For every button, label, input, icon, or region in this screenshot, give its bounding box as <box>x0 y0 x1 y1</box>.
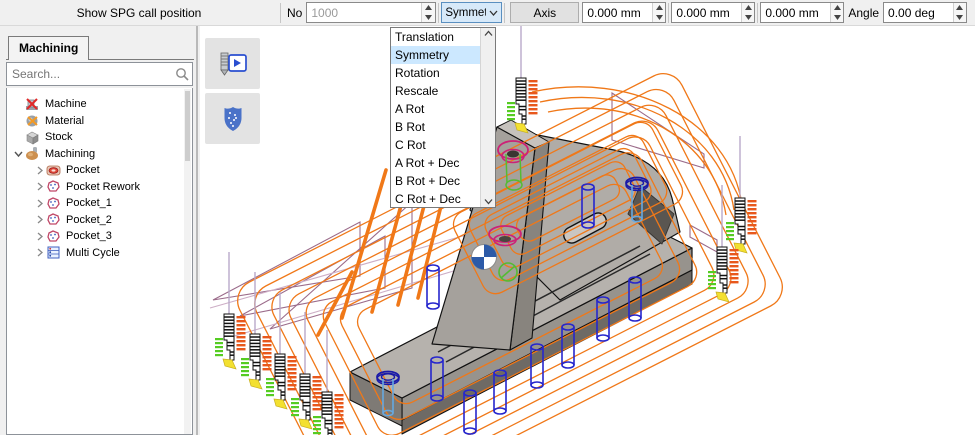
spin-up-button[interactable] <box>742 3 754 13</box>
scroll-down-icon[interactable] <box>484 198 493 205</box>
tree-item-pocket-rework[interactable]: Pocket Rework <box>7 179 192 196</box>
stock-icon <box>25 130 42 145</box>
offset-z-input[interactable] <box>761 3 830 22</box>
machine-icon <box>25 97 42 112</box>
combobox-value: Symmetry <box>442 7 486 19</box>
offset-y-input[interactable] <box>672 3 741 22</box>
tree-scrollbar-thumb[interactable] <box>185 91 190 161</box>
angle-label: Angle <box>844 6 883 20</box>
machining-sidebar: Machining Machine Material <box>0 26 200 435</box>
spin-up-button[interactable] <box>831 3 843 13</box>
operations-tree: Machine Material Stock <box>6 88 193 435</box>
dropdown-item-symmetry[interactable]: Symmetry <box>391 46 480 64</box>
holder-button[interactable] <box>205 93 260 144</box>
dropdown-item-b-rot[interactable]: B Rot <box>391 118 480 136</box>
offset-y-spinner <box>671 2 755 23</box>
offset-z-spinner <box>760 2 844 23</box>
machining-icon <box>25 146 42 161</box>
tree-item-pocket[interactable]: Pocket <box>7 162 192 179</box>
pocket-outline-icon <box>46 196 63 211</box>
tree-item-pocket-2[interactable]: Pocket_2 <box>7 212 192 229</box>
spg-toolbar: Show SPG call position No Symmetry Axis <box>0 0 975 26</box>
transform-type-combobox[interactable]: Symmetry <box>441 2 502 23</box>
chevron-collapsed-icon[interactable] <box>33 215 46 224</box>
tree-scrollbar[interactable] <box>184 89 191 434</box>
pocket-outline-icon <box>46 212 63 227</box>
spin-up-button[interactable] <box>653 3 665 13</box>
panel-splitter[interactable] <box>196 26 198 435</box>
toolbar-separator <box>668 3 669 23</box>
angle-input[interactable] <box>884 3 953 22</box>
spin-down-button[interactable] <box>831 13 843 23</box>
chevron-collapsed-icon[interactable] <box>33 232 46 241</box>
no-label: No <box>283 6 306 20</box>
axis-button[interactable]: Axis <box>510 2 579 23</box>
holder-shield-icon <box>220 105 246 133</box>
search-icon <box>172 67 192 81</box>
pocket-outline-icon <box>46 179 63 194</box>
tree-item-machine[interactable]: Machine <box>7 96 192 113</box>
spin-down-button[interactable] <box>954 13 966 23</box>
tree-item-stock[interactable]: Stock <box>7 129 192 146</box>
spin-down-button[interactable] <box>742 13 754 23</box>
simulate-toolpath-button[interactable] <box>205 38 260 89</box>
spg-call-position-marker <box>472 245 497 270</box>
chevron-collapsed-icon[interactable] <box>33 166 46 175</box>
dropdown-item-rotation[interactable]: Rotation <box>391 64 480 82</box>
viewport-area: Translation Symmetry Rotation Rescale A … <box>200 26 975 435</box>
angle-spinner <box>883 2 967 23</box>
dropdown-item-b-rot-dec[interactable]: B Rot + Dec <box>391 172 480 190</box>
toolbar-separator <box>438 3 439 23</box>
search-input[interactable] <box>7 67 172 81</box>
toolbar-separator <box>280 3 281 23</box>
sidebar-tab-bar: Machining <box>6 36 194 60</box>
multi-cycle-icon <box>46 245 63 260</box>
tree-item-pocket-3[interactable]: Pocket_3 <box>7 228 192 245</box>
cam-application-window: Show SPG call position No Symmetry Axis <box>0 0 975 435</box>
chevron-expanded-icon[interactable] <box>12 149 25 158</box>
pocket-outline-icon <box>46 229 63 244</box>
scroll-up-icon[interactable] <box>484 30 493 37</box>
toolbar-separator <box>504 3 505 23</box>
dropdown-item-c-rot[interactable]: C Rot <box>391 136 480 154</box>
tree-item-pocket-1[interactable]: Pocket_1 <box>7 195 192 212</box>
show-spg-call-position-toggle[interactable]: Show SPG call position <box>0 6 278 20</box>
spin-up-button[interactable] <box>954 3 966 13</box>
dropdown-scrollbar[interactable] <box>480 28 495 207</box>
tree-item-material[interactable]: Material <box>7 113 192 130</box>
tree-item-machining[interactable]: Machining <box>7 146 192 163</box>
pocket-icon <box>46 163 63 178</box>
call-number-input[interactable] <box>307 3 421 22</box>
dropdown-item-translation[interactable]: Translation <box>391 28 480 46</box>
dropdown-item-rescale[interactable]: Rescale <box>391 82 480 100</box>
offset-x-input[interactable] <box>583 3 652 22</box>
offset-x-spinner <box>582 2 666 23</box>
call-number-spin-buttons <box>421 3 435 22</box>
toolbar-separator <box>757 3 758 23</box>
tab-machining[interactable]: Machining <box>8 36 89 60</box>
chevron-collapsed-icon[interactable] <box>33 248 46 257</box>
dropdown-item-a-rot[interactable]: A Rot <box>391 100 480 118</box>
chevron-collapsed-icon[interactable] <box>33 199 46 208</box>
dropdown-item-a-rot-dec[interactable]: A Rot + Dec <box>391 154 480 172</box>
simulate-toolpath-icon <box>217 50 249 78</box>
material-icon <box>25 113 42 128</box>
viewport-3d[interactable] <box>200 26 975 435</box>
call-number-spinner <box>306 2 436 23</box>
tree-item-multi-cycle[interactable]: Multi Cycle <box>7 245 192 262</box>
spin-down-button[interactable] <box>422 13 435 23</box>
transform-type-dropdown-list: Translation Symmetry Rotation Rescale A … <box>390 27 496 208</box>
dropdown-item-c-rot-dec[interactable]: C Rot + Dec <box>391 190 480 208</box>
spin-up-button[interactable] <box>422 3 435 13</box>
chevron-collapsed-icon[interactable] <box>33 182 46 191</box>
tree-search-box <box>6 62 193 86</box>
spin-down-button[interactable] <box>653 13 665 23</box>
chevron-down-icon <box>486 10 501 16</box>
